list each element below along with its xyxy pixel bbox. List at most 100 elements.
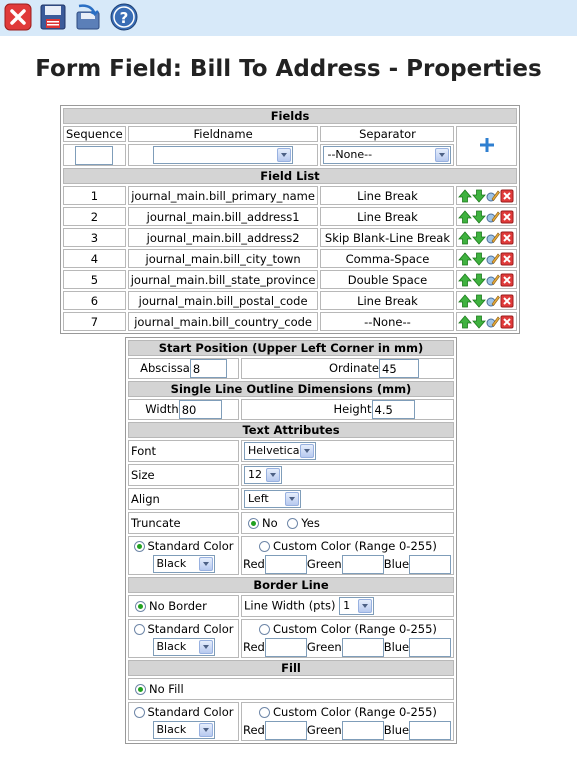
ordinate-input[interactable]: [379, 359, 419, 378]
no-fill-radio[interactable]: [135, 684, 146, 695]
no-fill-label: No Fill: [149, 682, 184, 696]
move-down-icon[interactable]: [472, 252, 487, 266]
delete-icon[interactable]: [500, 315, 514, 329]
start-position-title: Start Position (Upper Left Corner in mm): [128, 340, 454, 356]
add-icon[interactable]: [479, 137, 494, 152]
fill-red-input[interactable]: [264, 721, 307, 740]
row-separator: Line Break: [320, 291, 455, 310]
edit-icon[interactable]: [486, 252, 501, 266]
truncate-yes-label: Yes: [301, 516, 320, 530]
edit-icon[interactable]: [486, 294, 501, 308]
border-color-select[interactable]: Black: [152, 638, 215, 656]
toolbar: ?: [0, 0, 577, 36]
text-red-input[interactable]: [264, 555, 307, 574]
page-title: Form Field: Bill To Address - Properties: [35, 56, 542, 82]
text-green-input[interactable]: [341, 555, 384, 574]
fill-blue-input[interactable]: [409, 721, 452, 740]
move-up-icon[interactable]: [458, 252, 473, 266]
text-standard-color-label: Standard Color: [147, 539, 234, 553]
text-attributes-title: Text Attributes: [128, 422, 454, 438]
save-copy-icon[interactable]: [73, 2, 103, 32]
row-separator: Comma-Space: [320, 249, 455, 268]
row-sequence: 1: [63, 186, 126, 205]
row-fieldname: journal_main.bill_city_town: [127, 249, 319, 268]
move-up-icon[interactable]: [458, 273, 473, 287]
truncate-no-radio[interactable]: [248, 518, 259, 529]
fill-title: Fill: [128, 660, 454, 676]
separator-select[interactable]: --None--: [323, 146, 452, 164]
row-actions: [456, 186, 517, 205]
move-up-icon[interactable]: [458, 294, 473, 308]
move-down-icon[interactable]: [472, 210, 487, 224]
fill-custom-color-radio[interactable]: [259, 707, 270, 718]
border-red-input[interactable]: [264, 638, 307, 657]
row-actions: [456, 270, 517, 289]
border-green-input[interactable]: [341, 638, 384, 657]
border-blue-label: Blue: [383, 640, 410, 654]
align-label: Align: [128, 488, 239, 510]
edit-icon[interactable]: [486, 315, 501, 329]
delete-icon[interactable]: [500, 294, 514, 308]
border-red-label: Red: [243, 640, 265, 654]
svg-text:?: ?: [120, 9, 129, 27]
row-fieldname: journal_main.bill_address1: [127, 207, 319, 226]
text-color-select[interactable]: Black: [152, 555, 215, 573]
edit-icon[interactable]: [486, 231, 501, 245]
move-down-icon[interactable]: [472, 273, 487, 287]
move-up-icon[interactable]: [458, 231, 473, 245]
delete-icon[interactable]: [500, 189, 514, 203]
edit-icon[interactable]: [486, 189, 501, 203]
font-label: Font: [128, 440, 239, 462]
delete-icon[interactable]: [500, 210, 514, 224]
move-down-icon[interactable]: [472, 189, 487, 203]
delete-icon[interactable]: [500, 273, 514, 287]
help-icon[interactable]: ?: [109, 2, 139, 32]
height-input[interactable]: [371, 400, 415, 419]
border-custom-color-radio[interactable]: [259, 624, 270, 635]
size-select[interactable]: 12: [244, 466, 282, 484]
text-custom-color-label: Custom Color (Range 0-255): [273, 539, 437, 553]
col-fieldname: Fieldname: [127, 126, 319, 142]
fill-standard-color-radio[interactable]: [133, 707, 145, 718]
fill-color-select[interactable]: Black: [152, 721, 215, 739]
edit-icon[interactable]: [486, 273, 501, 287]
row-fieldname: journal_main.bill_address2: [127, 228, 319, 247]
move-down-icon[interactable]: [472, 315, 487, 329]
close-icon[interactable]: [3, 2, 33, 32]
fill-standard-color-label: Standard Color: [147, 705, 234, 719]
border-line-title: Border Line: [128, 577, 454, 593]
edit-icon[interactable]: [486, 210, 501, 224]
delete-icon[interactable]: [500, 252, 514, 266]
no-border-label: No Border: [149, 599, 207, 613]
move-up-icon[interactable]: [458, 210, 473, 224]
width-input[interactable]: [178, 400, 222, 419]
row-sequence: 3: [63, 228, 126, 247]
text-green-label: Green: [306, 557, 342, 571]
save-icon[interactable]: [38, 2, 68, 32]
line-width-select[interactable]: 1: [339, 597, 375, 615]
abscissa-input[interactable]: [189, 359, 227, 378]
truncate-yes-radio[interactable]: [287, 518, 299, 529]
text-custom-color-radio[interactable]: [259, 541, 270, 552]
sequence-input[interactable]: [75, 145, 114, 165]
delete-icon[interactable]: [500, 231, 514, 245]
text-red-label: Red: [243, 557, 265, 571]
border-blue-input[interactable]: [409, 638, 452, 657]
move-up-icon[interactable]: [458, 315, 473, 329]
text-blue-input[interactable]: [409, 555, 452, 574]
row-separator: Double Space: [320, 270, 455, 289]
field-list-row: 6 journal_main.bill_postal_code Line Break: [63, 291, 517, 310]
text-standard-color-radio[interactable]: [133, 541, 145, 552]
border-standard-color-radio[interactable]: [133, 624, 145, 635]
move-down-icon[interactable]: [472, 231, 487, 245]
col-separator: Separator: [320, 126, 455, 142]
dimensions-title: Single Line Outline Dimensions (mm): [128, 381, 454, 397]
row-actions: [456, 228, 517, 247]
fill-green-input[interactable]: [341, 721, 384, 740]
move-up-icon[interactable]: [458, 189, 473, 203]
align-select[interactable]: Left: [244, 490, 301, 508]
no-border-radio[interactable]: [135, 601, 146, 612]
fieldname-select[interactable]: [153, 146, 294, 164]
font-select[interactable]: Helvetica: [244, 442, 316, 460]
move-down-icon[interactable]: [472, 294, 487, 308]
